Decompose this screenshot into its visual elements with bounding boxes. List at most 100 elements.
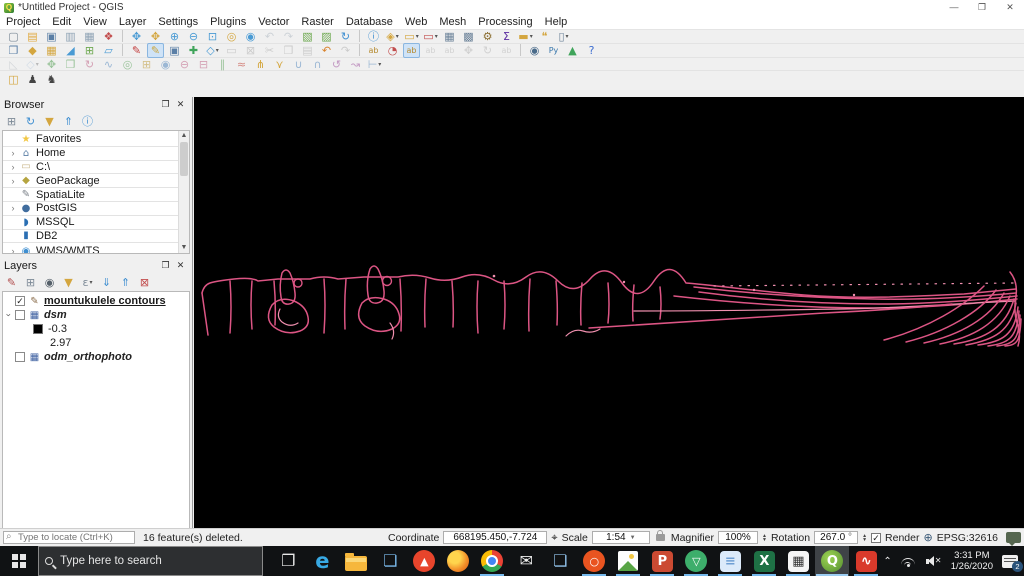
pan-map-icon[interactable]: ✥ [128, 29, 145, 44]
measure-icon[interactable]: ▬ ▾ [517, 29, 534, 44]
scale-combo[interactable]: 1:54 ▼ [591, 531, 650, 544]
redo-icon[interactable]: ↷ [337, 43, 354, 58]
brave-icon[interactable]: ▲ [407, 546, 441, 576]
statistics-icon[interactable]: Σ [498, 29, 515, 44]
menu-raster[interactable]: Raster [295, 15, 339, 30]
close-panel-icon[interactable]: ✕ [173, 261, 188, 271]
split-parts-icon[interactable]: ⋎ [271, 57, 288, 72]
change-label-icon[interactable]: ab [498, 43, 515, 58]
layer-labeling-icon[interactable]: ab [365, 43, 382, 58]
cad-tools-icon[interactable]: ◇ ▾ [24, 57, 41, 72]
powerpoint-icon[interactable]: P [645, 546, 679, 576]
browser-item-wms[interactable]: › ◉ WMS/WMTS [3, 243, 189, 253]
advanced-digitizing-icon[interactable]: ◺ [5, 57, 22, 72]
run-feature-action-icon[interactable]: ◈ ▾ [384, 29, 401, 44]
legend-entry-max[interactable]: 2.97 [3, 336, 189, 350]
copy-move-feature-icon[interactable]: ❐ [62, 57, 79, 72]
mail-icon[interactable]: ✉ [509, 546, 543, 576]
trim-extend-icon[interactable]: ⊢ ▾ [366, 57, 383, 72]
firefox-icon[interactable] [441, 546, 475, 576]
zoom-in-icon[interactable]: ⊕ [166, 29, 183, 44]
browser-item-spatialite[interactable]: ✎ SpatiaLite [3, 188, 189, 202]
current-edits-icon[interactable]: ✎ [128, 43, 145, 58]
text-annotation-icon[interactable]: ▯ ▾ [555, 29, 572, 44]
browser-item-c-drive[interactable]: › ▭ C:\ [3, 161, 189, 175]
menu-database[interactable]: Database [340, 15, 399, 30]
layer-visibility-checkbox[interactable] [15, 352, 25, 362]
refresh-map-icon[interactable]: ↻ [337, 29, 354, 44]
plugin-tool-icon-2[interactable]: ♞ [43, 72, 60, 87]
layer-styling-icon[interactable]: ✎ [3, 275, 20, 290]
minimize-button[interactable]: — [940, 0, 968, 15]
add-selected-layers-icon[interactable]: ⊞ [3, 114, 20, 129]
processing-toolbox-icon[interactable]: ⚙ [479, 29, 496, 44]
basemap-plugin-icon[interactable]: ▲ [564, 43, 581, 58]
simplify-feature-icon[interactable]: ∿ [100, 57, 117, 72]
split-features-icon[interactable]: ⋔ [252, 57, 269, 72]
coordinate-tracking-icon[interactable]: ⌖ [551, 531, 557, 545]
add-delimited-text-icon[interactable]: ⊞ [81, 43, 98, 58]
magnifier-value[interactable]: 100% [718, 531, 759, 544]
zoom-out-icon[interactable]: ⊖ [185, 29, 202, 44]
filter-legend-icon[interactable]: ▼ [60, 275, 77, 290]
select-features-icon[interactable]: ▭ ▾ [403, 29, 420, 44]
menu-settings[interactable]: Settings [152, 15, 204, 30]
save-project-icon[interactable]: ▣ [43, 29, 60, 44]
add-raster-layer-icon[interactable]: ▦ [43, 43, 60, 58]
layer-visibility-checkbox[interactable] [15, 310, 25, 320]
move-label-icon[interactable]: ✥ [460, 43, 477, 58]
crs-code[interactable]: EPSG:32616 [937, 532, 998, 544]
browser-properties-icon[interactable]: ⓘ [79, 114, 96, 129]
render-checkbox[interactable] [871, 532, 882, 543]
coordinate-value[interactable]: 668195.450,-7.724 [443, 531, 548, 544]
menu-layer[interactable]: Layer [113, 15, 153, 30]
browser-item-mssql[interactable]: ◗ MSSQL [3, 216, 189, 230]
legend-entry-min[interactable]: -0.3 [3, 322, 189, 336]
taskbar-search-input[interactable] [60, 555, 241, 567]
red-s-app-icon[interactable]: ∿ [849, 546, 883, 576]
menu-vector[interactable]: Vector [252, 15, 295, 30]
layout-manager-icon[interactable]: ▦ [81, 29, 98, 44]
locate-input[interactable] [3, 531, 135, 544]
task-view-button[interactable]: ❐ [271, 546, 305, 576]
new-3d-map-view-icon[interactable]: ▨ [318, 29, 335, 44]
delete-selected-icon[interactable]: ⊠ [242, 43, 259, 58]
expand-arrow-icon[interactable]: › [7, 246, 19, 253]
tray-chevron-icon[interactable]: ⌃ [883, 556, 891, 567]
wifi-icon[interactable] [900, 556, 917, 567]
start-button[interactable] [0, 546, 38, 576]
vertex-tool-icon[interactable]: ◇ ▾ [204, 43, 221, 58]
taskbar-search[interactable] [38, 546, 264, 576]
expand-arrow-icon[interactable]: › [7, 203, 19, 213]
close-button[interactable]: ✕ [996, 0, 1024, 15]
layer-item-odm-orthophoto[interactable]: ▦ odm_orthophoto [3, 350, 189, 364]
browser-scrollbar[interactable]: ▲ ▼ [178, 131, 189, 253]
browser-item-favorites[interactable]: ★ Favorites [3, 133, 189, 147]
menu-view[interactable]: View [77, 15, 113, 30]
cut-features-icon[interactable]: ✂ [261, 43, 278, 58]
refresh-browser-icon[interactable]: ↻ [22, 114, 39, 129]
expand-arrow-icon[interactable]: › [7, 162, 19, 172]
excel-icon[interactable]: X [747, 546, 781, 576]
qgis-taskbar-icon[interactable]: Q [815, 546, 850, 576]
add-group-icon[interactable]: ⊞ [22, 275, 39, 290]
delete-part-icon[interactable]: ⊟ [195, 57, 212, 72]
fill-ring-icon[interactable]: ◉ [157, 57, 174, 72]
delete-ring-icon[interactable]: ⊖ [176, 57, 193, 72]
remove-layer-icon[interactable]: ⊠ [136, 275, 153, 290]
layer-item-mountukulele-contours[interactable]: ✎ mountukulele contours [3, 294, 189, 308]
ubuntu-icon[interactable]: ○ [577, 546, 611, 576]
help-contents-icon[interactable]: ? [583, 43, 600, 58]
expand-arrow-icon[interactable]: › [4, 309, 14, 321]
float-panel-icon[interactable]: ❐ [158, 261, 173, 271]
chrome-icon[interactable] [475, 546, 509, 576]
add-vector-layer-icon[interactable]: ◆ [24, 43, 41, 58]
taskbar-clock[interactable]: 3:31 PM 1/26/2020 [951, 550, 993, 572]
rotation-spinner[interactable]: ▲ ▼ [862, 533, 867, 542]
messages-icon[interactable] [1006, 532, 1021, 546]
notepad-app-icon[interactable]: ≡ [713, 546, 747, 576]
db-manager-plugin-icon[interactable]: ◫ [5, 72, 22, 87]
paste-features-icon[interactable]: ▤ [299, 43, 316, 58]
identify-features-icon[interactable]: ⓘ [365, 29, 382, 44]
open-attribute-table-icon[interactable]: ▦ [441, 29, 458, 44]
